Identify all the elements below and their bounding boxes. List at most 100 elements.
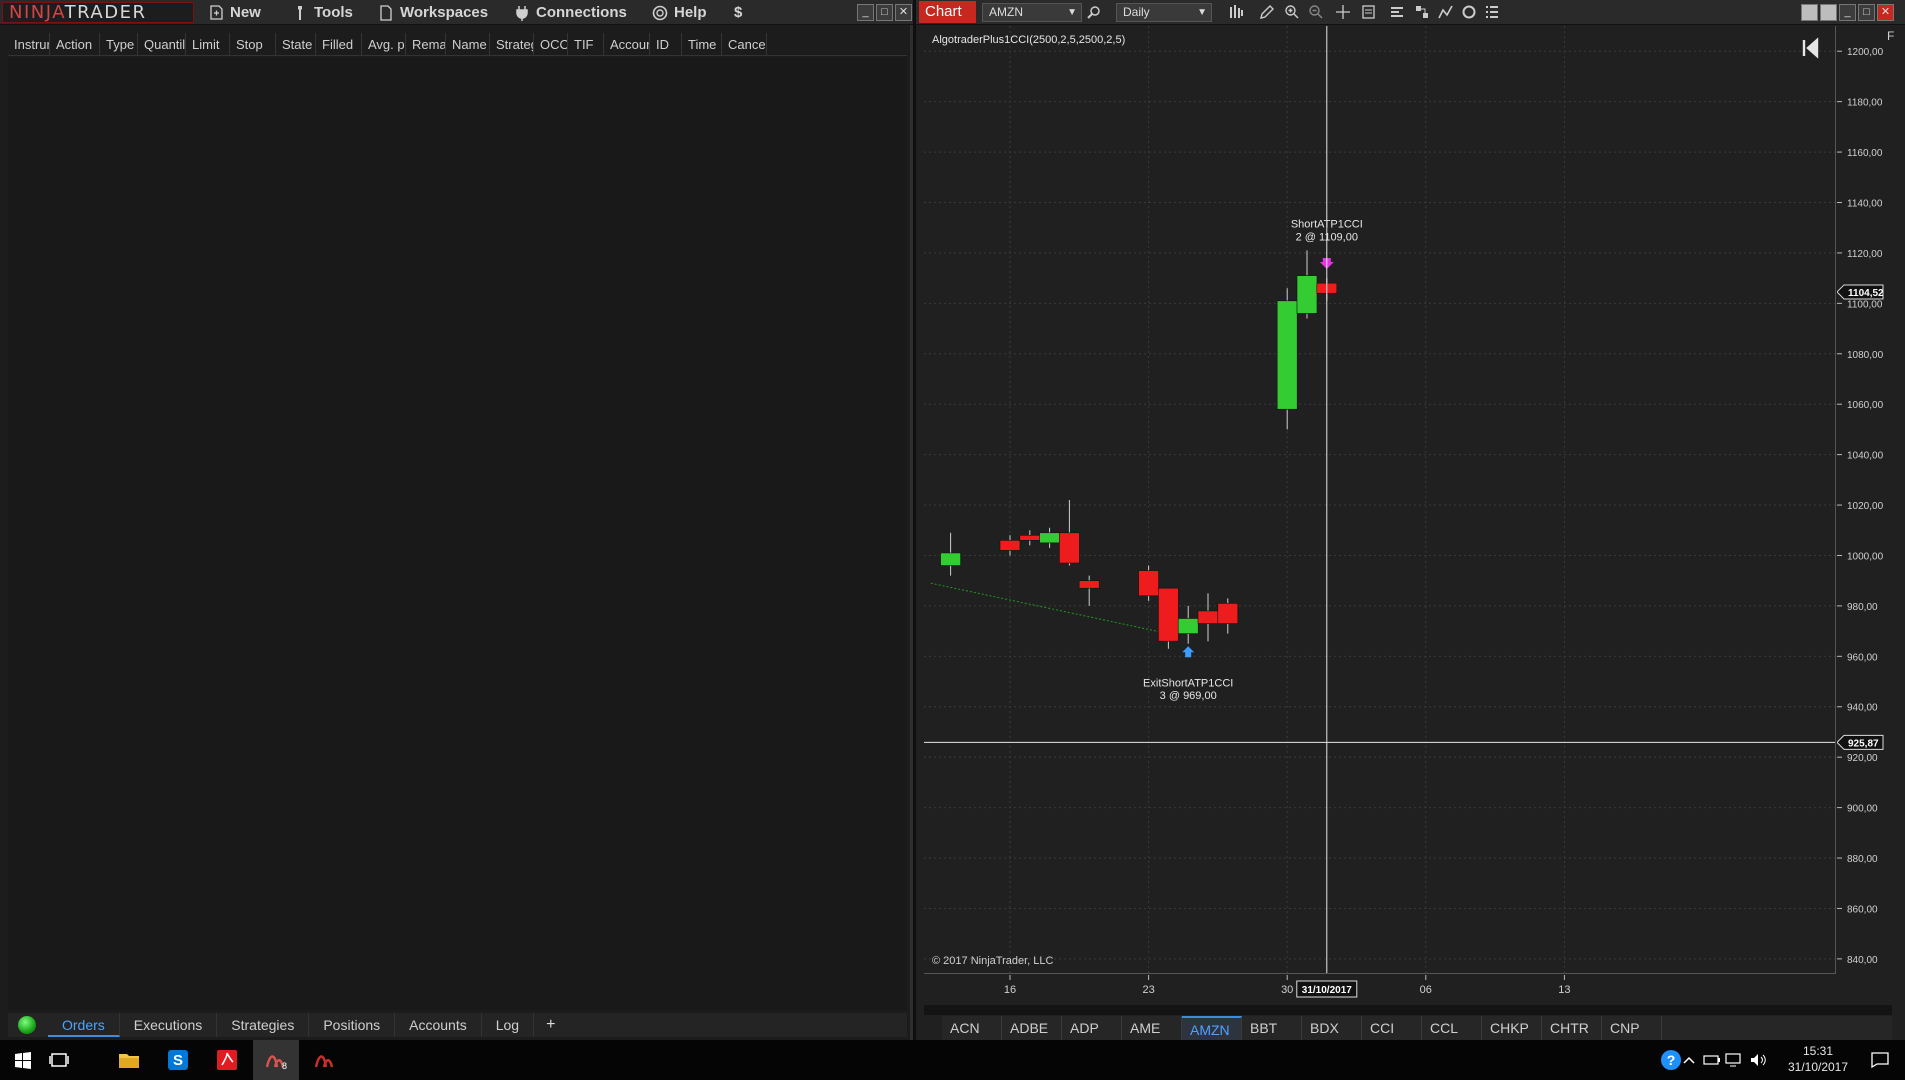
price-tick-label: 960,00 xyxy=(1847,652,1878,663)
interval-selector[interactable]: Daily ▼ xyxy=(1116,3,1212,22)
tab-executions[interactable]: Executions xyxy=(120,1013,218,1037)
chart-panel[interactable]: ShortATP1CCI 2 @ 1109,00 ExitShortATP1CCI 3… xyxy=(924,26,1836,974)
tab-log[interactable]: Log xyxy=(482,1013,535,1037)
list-icon[interactable] xyxy=(1482,2,1502,22)
instrument-tab-adp[interactable]: ADP xyxy=(1062,1016,1122,1040)
orders-column-header[interactable]: Accour xyxy=(604,33,650,55)
minimize-button[interactable]: _ xyxy=(857,4,874,21)
menu-dollar[interactable]: $ xyxy=(734,0,742,25)
orders-column-header[interactable]: Limit xyxy=(186,33,230,55)
ninjatrader-8-taskbar-icon[interactable]: 8 xyxy=(253,1040,299,1080)
menu-workspaces[interactable]: Workspaces xyxy=(378,0,488,25)
orders-column-header[interactable]: State xyxy=(276,33,316,55)
file-explorer-icon[interactable] xyxy=(106,1040,152,1080)
chart-window-title[interactable]: Chart xyxy=(919,1,976,23)
pencil-icon[interactable] xyxy=(1257,2,1277,22)
instrument-tab-cnp[interactable]: CNP xyxy=(1602,1016,1662,1040)
orders-column-header[interactable]: Name xyxy=(446,33,490,55)
task-view-icon[interactable] xyxy=(36,1040,82,1080)
price-tick-label: 920,00 xyxy=(1847,753,1878,764)
maximize-button[interactable]: □ xyxy=(1858,4,1875,21)
instrument-tab-amzn[interactable]: AMZN xyxy=(1182,1016,1242,1040)
properties-icon[interactable] xyxy=(1387,2,1407,22)
search-icon[interactable] xyxy=(1084,2,1104,22)
add-tab-button[interactable]: + xyxy=(534,1016,567,1034)
close-button[interactable]: ✕ xyxy=(1877,4,1894,21)
tile-button[interactable] xyxy=(1801,4,1818,21)
indicator-icon[interactable] xyxy=(1436,2,1456,22)
windows-taskbar: S 8 ? 15:31 31/10/2017 xyxy=(0,1040,1905,1080)
chart-horizontal-scrollbar[interactable] xyxy=(924,1005,1892,1015)
price-tick-label: 900,00 xyxy=(1847,804,1878,815)
orders-column-header[interactable]: Quantil xyxy=(138,33,186,55)
menu-new-label: New xyxy=(230,4,261,21)
orders-column-header[interactable]: Filled xyxy=(316,33,362,55)
zoom-out-icon[interactable] xyxy=(1306,2,1326,22)
refresh-icon[interactable] xyxy=(1459,2,1479,22)
orders-column-header[interactable]: TIF xyxy=(568,33,604,55)
acrobat-icon[interactable] xyxy=(204,1040,250,1080)
strategy-icon[interactable] xyxy=(1412,2,1432,22)
menu-tools[interactable]: Tools xyxy=(292,0,353,25)
network-icon[interactable] xyxy=(1722,1040,1748,1080)
chevron-down-icon: ▼ xyxy=(1197,7,1207,18)
price-axis[interactable]: 840,00 860,00 880,00 900,00 920,00 940,00 960,… xyxy=(1836,26,1905,974)
bar-type-icon[interactable] xyxy=(1226,2,1246,22)
price-tick-label: 840,00 xyxy=(1847,955,1878,966)
candle-up xyxy=(1177,618,1199,634)
orders-column-header[interactable]: Strateg xyxy=(490,33,534,55)
connection-status-icon[interactable] xyxy=(18,1016,36,1034)
instrument-tab-acn[interactable]: ACN xyxy=(942,1016,1002,1040)
price-tick-label: 1180,00 xyxy=(1847,98,1883,109)
tab-orders[interactable]: Orders xyxy=(48,1013,120,1037)
orders-grid-body[interactable] xyxy=(8,57,907,1010)
maximize-button[interactable]: □ xyxy=(876,4,893,21)
instrument-tab-chtr[interactable]: CHTR xyxy=(1542,1016,1602,1040)
tray-chevron-up-icon[interactable] xyxy=(1678,1040,1700,1080)
tab-accounts[interactable]: Accounts xyxy=(395,1013,482,1037)
orders-column-header[interactable]: OCO xyxy=(534,33,568,55)
instrument-tab-bdx[interactable]: BDX xyxy=(1302,1016,1362,1040)
volume-icon[interactable] xyxy=(1746,1040,1772,1080)
control-center-window: NINJATRADER New Tools Workspaces Connect… xyxy=(0,0,913,1040)
orders-column-header[interactable]: Stop xyxy=(230,33,276,55)
price-tick-label: 1000,00 xyxy=(1847,551,1884,562)
menu-connections[interactable]: Connections xyxy=(514,0,627,25)
tile-button-2[interactable] xyxy=(1820,4,1837,21)
price-tick-label: 1120,00 xyxy=(1847,249,1883,260)
candle-down xyxy=(1019,534,1041,541)
skype-icon[interactable]: S xyxy=(155,1040,201,1080)
instrument-tab-cci[interactable]: CCI xyxy=(1362,1016,1422,1040)
orders-column-header[interactable]: ID xyxy=(650,33,682,55)
zoom-in-icon[interactable] xyxy=(1282,2,1302,22)
candle-down xyxy=(1078,580,1100,589)
minimize-button[interactable]: _ xyxy=(1839,4,1856,21)
time-axis[interactable]: 16 23 30 06 13 31/10/2017 xyxy=(924,975,1905,1005)
instrument-selector[interactable]: AMZN ▼ xyxy=(982,3,1082,22)
menu-workspaces-label: Workspaces xyxy=(400,4,489,21)
instrument-tab-adbe[interactable]: ADBE xyxy=(1002,1016,1062,1040)
orders-column-header[interactable]: Avg. pri xyxy=(362,33,406,55)
chart-svg[interactable]: ShortATP1CCI2 @ 1109,00ExitShortATP1CCI3… xyxy=(924,26,1836,974)
orders-column-header[interactable]: Time xyxy=(682,33,722,55)
tab-positions[interactable]: Positions xyxy=(309,1013,396,1037)
menu-help[interactable]: Help xyxy=(652,0,707,25)
orders-column-header[interactable]: Type xyxy=(100,33,138,55)
taskbar-clock[interactable]: 15:31 31/10/2017 xyxy=(1783,1043,1853,1075)
orders-column-header[interactable]: Action xyxy=(50,33,100,55)
tab-strategies[interactable]: Strategies xyxy=(217,1013,310,1037)
instrument-tab-chkp[interactable]: CHKP xyxy=(1482,1016,1542,1040)
close-button[interactable]: ✕ xyxy=(895,4,912,21)
orders-column-header[interactable]: Cance xyxy=(722,33,767,55)
orders-column-header[interactable]: Instrun xyxy=(8,33,50,55)
data-box-icon[interactable] xyxy=(1359,2,1379,22)
orders-column-header[interactable]: Remai xyxy=(406,33,446,55)
instrument-tab-ame[interactable]: AME xyxy=(1122,1016,1182,1040)
battery-icon[interactable] xyxy=(1700,1040,1724,1080)
crosshair-icon[interactable] xyxy=(1333,2,1353,22)
instrument-tab-bbt[interactable]: BBT xyxy=(1242,1016,1302,1040)
menu-new[interactable]: New xyxy=(208,0,261,25)
ninjatrader-taskbar-icon[interactable] xyxy=(302,1040,348,1080)
instrument-tab-ccl[interactable]: CCL xyxy=(1422,1016,1482,1040)
action-center-icon[interactable] xyxy=(1862,1040,1898,1080)
